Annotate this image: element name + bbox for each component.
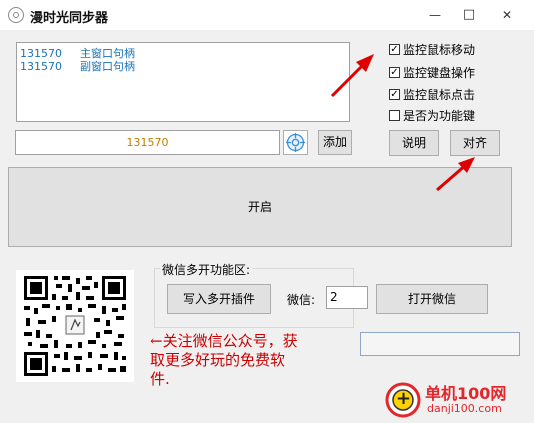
close-button[interactable]: ✕	[490, 0, 524, 30]
qr-code	[16, 270, 134, 382]
crosshair-button[interactable]	[283, 130, 308, 155]
promo-line: ←关注微信公众号，获	[150, 332, 298, 350]
checkbox-keyboard[interactable]: ✓ 监控键盘操作	[389, 64, 475, 80]
checkbox-mouse-move[interactable]: ✓ 监控鼠标移动	[389, 41, 475, 57]
checkbox-mouse-click-box[interactable]: ✓	[389, 88, 400, 100]
crosshair-target-icon	[286, 133, 305, 152]
checkbox-mouse-move-label: 监控鼠标移动	[403, 42, 476, 57]
promo-line: 件.	[150, 370, 170, 388]
log-box[interactable]: 131570 主窗口句柄 131570 副窗口句柄	[16, 42, 350, 122]
checkbox-function-key-label: 是否为功能键	[403, 108, 476, 123]
checkbox-function-key[interactable]: 是否为功能键	[389, 107, 475, 123]
app-icon	[8, 7, 24, 23]
checkbox-keyboard-box[interactable]: ✓	[389, 66, 400, 78]
annotation-arrow-icon	[330, 54, 374, 98]
watermark-name: 单机100网	[425, 384, 507, 403]
open-wechat-button[interactable]: 打开微信	[376, 284, 488, 314]
align-button[interactable]: 对齐	[450, 130, 500, 156]
handle-input[interactable]: 131570	[15, 130, 280, 155]
title-bar: 漫时光同步器 — □ ✕	[0, 0, 534, 30]
main-panel: 131570 主窗口句柄 131570 副窗口句柄 ✓ 监控鼠标移动 ✓ 监控键盘操作 …	[0, 30, 534, 423]
annotation-arrow-icon	[436, 157, 475, 192]
watermark-badge: +	[396, 388, 412, 409]
promo-text: ←关注微信公众号，获 取更多好玩的免费软 件.	[150, 332, 362, 389]
log-line: 131570 副窗口句柄	[20, 58, 135, 74]
watermark: + 单机100网 danji100.com	[385, 380, 525, 420]
promo-line: 取更多好玩的免费软	[150, 351, 286, 369]
write-plugin-button[interactable]: 写入多开插件	[167, 284, 271, 314]
checkbox-function-key-box[interactable]	[389, 109, 400, 121]
help-button[interactable]: 说明	[389, 130, 439, 156]
wechat-count-input[interactable]: 2	[326, 286, 368, 309]
wechat-group-title: 微信多开功能区:	[160, 261, 253, 278]
log-label: 副窗口句柄	[80, 60, 135, 73]
window-title: 漫时光同步器	[30, 11, 109, 26]
minimize-button[interactable]: —	[418, 0, 452, 30]
status-field[interactable]	[360, 332, 520, 356]
checkbox-mouse-click[interactable]: ✓ 监控鼠标点击	[389, 86, 475, 102]
watermark-url: danji100.com	[427, 402, 502, 415]
log-handle: 131570	[20, 60, 62, 73]
checkbox-mouse-click-label: 监控鼠标点击	[403, 87, 476, 102]
checkbox-keyboard-label: 监控键盘操作	[403, 65, 476, 80]
maximize-button[interactable]: □	[452, 0, 486, 30]
add-button[interactable]: 添加	[318, 130, 352, 155]
wechat-count-label: 微信:	[287, 293, 316, 307]
checkbox-mouse-move-box[interactable]: ✓	[389, 43, 400, 55]
